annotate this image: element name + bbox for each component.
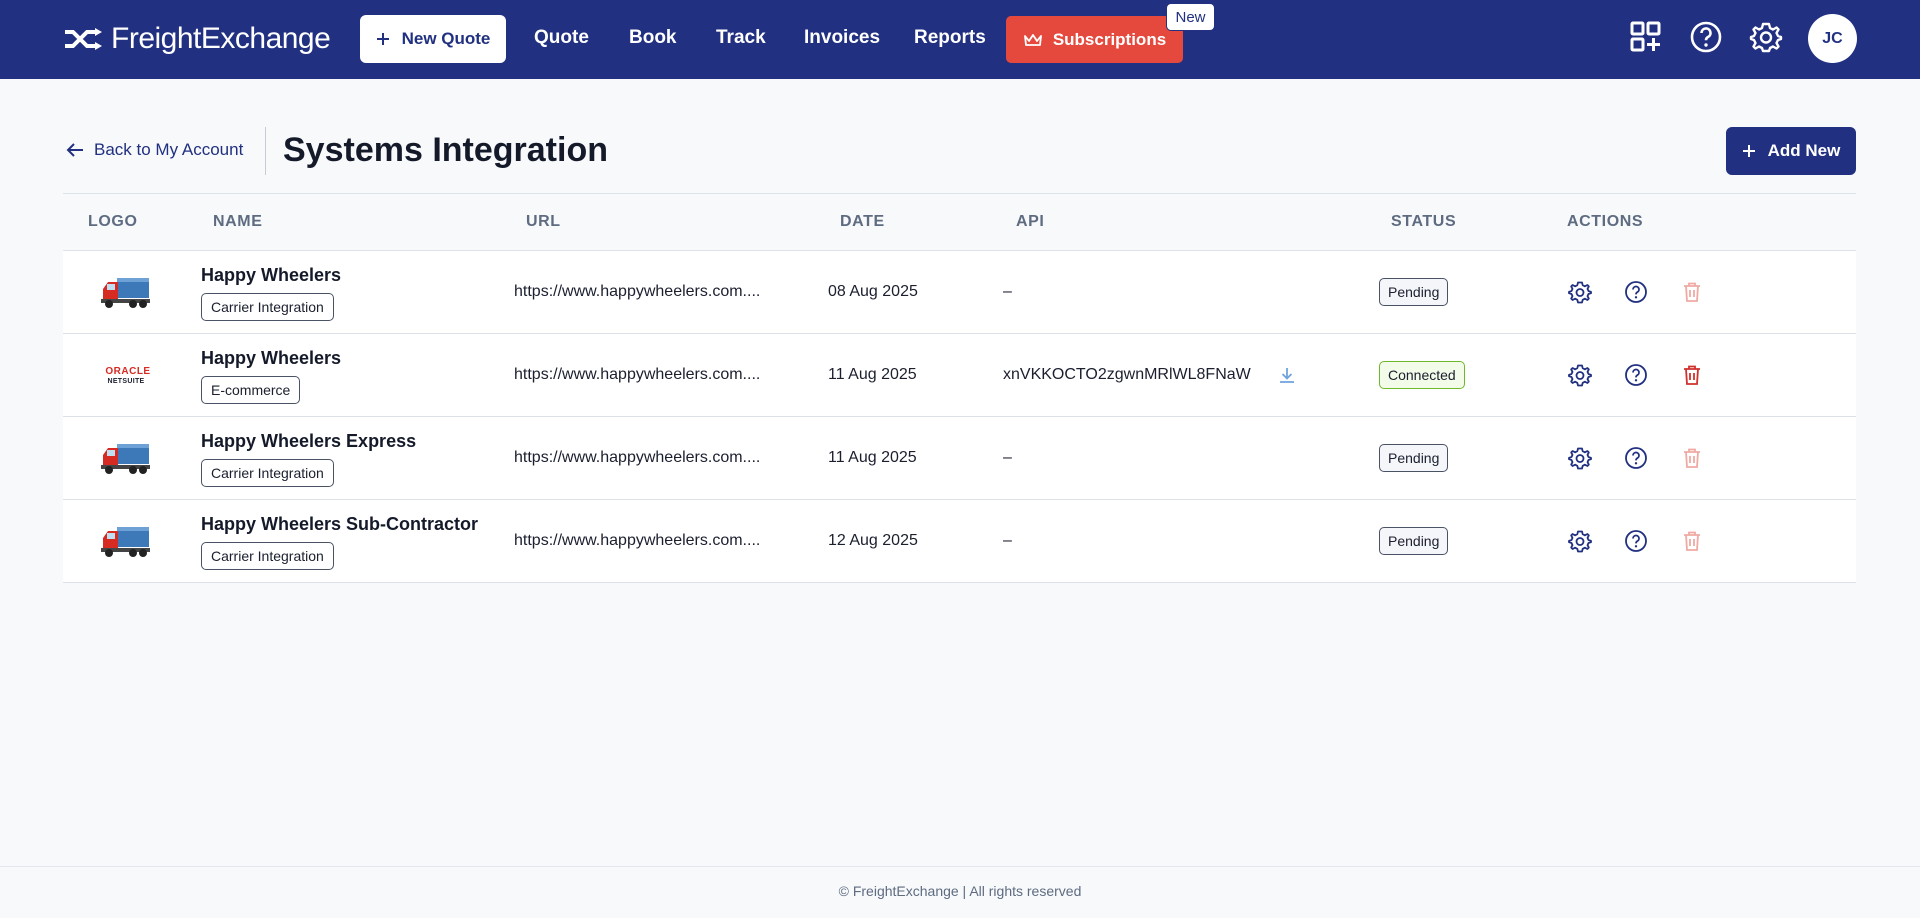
nav-book[interactable]: Book bbox=[629, 27, 677, 49]
download-icon[interactable] bbox=[1277, 365, 1297, 385]
status-badge: Pending bbox=[1379, 527, 1449, 555]
footer-copyright: © FreightExchange | All rights reserved bbox=[838, 883, 1082, 899]
table-row: Happy Wheelers Carrier Integration https… bbox=[63, 251, 1856, 334]
oracle-logo-text: ORACLE bbox=[105, 366, 151, 377]
row-settings-gear-icon[interactable] bbox=[1568, 446, 1592, 470]
table-header: LOGO NAME URL DATE API STATUS ACTIONS bbox=[63, 193, 1856, 251]
integration-url: https://www.happywheelers.com.... bbox=[514, 366, 761, 383]
add-new-button[interactable]: Add New bbox=[1726, 127, 1856, 175]
row-delete-trash-icon[interactable] bbox=[1680, 446, 1704, 470]
integration-date: 11 Aug 2025 bbox=[828, 366, 917, 383]
apps-add-icon[interactable] bbox=[1629, 20, 1663, 54]
row-settings-gear-icon[interactable] bbox=[1568, 280, 1592, 304]
table-row: Happy Wheelers Sub-Contractor Carrier In… bbox=[63, 500, 1856, 583]
shuffle-logo-icon bbox=[65, 28, 102, 50]
integration-name: Happy Wheelers Express bbox=[201, 431, 417, 451]
header-logo: LOGO bbox=[88, 213, 138, 230]
status-badge: Pending bbox=[1379, 444, 1449, 472]
integration-name: Happy Wheelers bbox=[201, 265, 342, 285]
crown-icon bbox=[1023, 33, 1042, 46]
new-badge: New bbox=[1166, 3, 1215, 31]
add-new-label: Add New bbox=[1767, 141, 1841, 160]
header-date: DATE bbox=[840, 213, 885, 230]
nav-quote[interactable]: Quote bbox=[534, 27, 589, 49]
header-url: URL bbox=[526, 213, 561, 230]
row-help-icon[interactable] bbox=[1624, 446, 1648, 470]
integration-api: – bbox=[1003, 449, 1012, 466]
top-navigation-bar: FreightExchange New Quote Quote Book Tra… bbox=[0, 0, 1920, 79]
footer-divider bbox=[0, 866, 1920, 867]
subscriptions-label: Subscriptions bbox=[1052, 29, 1167, 49]
integration-type-tag: Carrier Integration bbox=[201, 459, 334, 487]
row-delete-trash-icon[interactable] bbox=[1680, 529, 1704, 553]
integration-url: https://www.happywheelers.com.... bbox=[514, 283, 761, 300]
oracle-netsuite-logo: ORACLE NETSUITE bbox=[99, 352, 153, 398]
netsuite-logo-text: NETSUITE bbox=[107, 378, 145, 385]
integration-url: https://www.happywheelers.com.... bbox=[514, 449, 761, 466]
row-help-icon[interactable] bbox=[1624, 280, 1648, 304]
row-settings-gear-icon[interactable] bbox=[1568, 363, 1592, 387]
subscriptions-button[interactable]: Subscriptions bbox=[1006, 16, 1183, 63]
integration-api: – bbox=[1003, 532, 1012, 549]
settings-gear-icon[interactable] bbox=[1749, 20, 1783, 54]
integration-url: https://www.happywheelers.com.... bbox=[514, 532, 761, 549]
help-icon[interactable] bbox=[1689, 20, 1723, 54]
integrations-table: LOGO NAME URL DATE API STATUS ACTIONS Ha… bbox=[63, 193, 1856, 583]
integration-date: 08 Aug 2025 bbox=[828, 283, 918, 300]
back-to-account-link[interactable]: Back to My Account bbox=[66, 140, 243, 160]
new-quote-button[interactable]: New Quote bbox=[360, 15, 506, 63]
truck-logo-icon bbox=[99, 269, 153, 315]
row-settings-gear-icon[interactable] bbox=[1568, 529, 1592, 553]
integration-date: 12 Aug 2025 bbox=[828, 532, 918, 549]
row-delete-trash-icon[interactable] bbox=[1680, 363, 1704, 387]
header-api: API bbox=[1016, 213, 1045, 230]
integration-api: – bbox=[1003, 283, 1012, 300]
integration-type-tag: Carrier Integration bbox=[201, 542, 334, 570]
integration-name: Happy Wheelers Sub-Contractor bbox=[201, 514, 479, 534]
row-help-icon[interactable] bbox=[1624, 529, 1648, 553]
nav-reports[interactable]: Reports bbox=[914, 27, 986, 49]
row-delete-trash-icon[interactable] bbox=[1680, 280, 1704, 304]
header-actions: ACTIONS bbox=[1567, 213, 1644, 230]
integration-type-tag: E-commerce bbox=[201, 376, 301, 404]
integration-type-tag: Carrier Integration bbox=[201, 293, 334, 321]
nav-invoices[interactable]: Invoices bbox=[804, 27, 880, 49]
status-badge: Connected bbox=[1379, 361, 1465, 389]
brand-name: FreightExchange bbox=[111, 22, 331, 55]
header-status: STATUS bbox=[1391, 213, 1457, 230]
new-quote-label: New Quote bbox=[401, 29, 491, 48]
table-row: Happy Wheelers Express Carrier Integrati… bbox=[63, 417, 1856, 500]
truck-logo-icon bbox=[99, 435, 153, 481]
row-help-icon[interactable] bbox=[1624, 363, 1648, 387]
table-row: ORACLE NETSUITE Happy Wheelers E-commerc… bbox=[63, 334, 1856, 417]
back-label: Back to My Account bbox=[94, 140, 244, 159]
page-title: Systems Integration bbox=[283, 131, 608, 169]
brand-logo[interactable]: FreightExchange bbox=[63, 22, 331, 56]
status-badge: Pending bbox=[1379, 278, 1449, 306]
truck-logo-icon bbox=[99, 518, 153, 564]
arrow-left-icon bbox=[66, 143, 83, 157]
plus-icon bbox=[376, 33, 389, 45]
header-divider bbox=[265, 127, 266, 175]
user-avatar[interactable]: JC bbox=[1808, 14, 1857, 63]
nav-track[interactable]: Track bbox=[716, 27, 766, 49]
plus-icon bbox=[1742, 145, 1755, 157]
integration-api-key: xnVKKOCTO2zgwnMRlWL8FNaW bbox=[1003, 366, 1251, 383]
integration-name: Happy Wheelers bbox=[201, 348, 342, 368]
header-name: NAME bbox=[213, 213, 263, 230]
integration-date: 11 Aug 2025 bbox=[828, 449, 917, 466]
